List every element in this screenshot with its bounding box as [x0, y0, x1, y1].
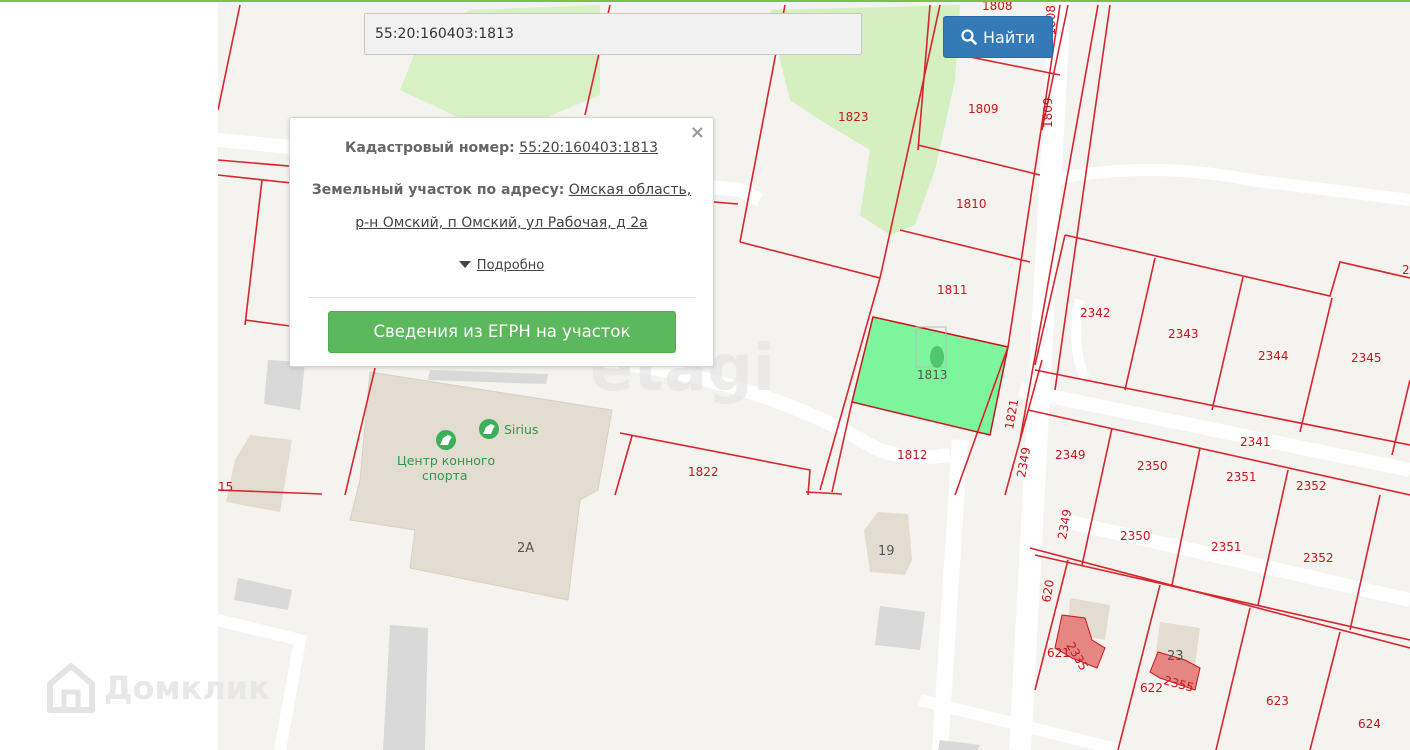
plot-label: 2350: [1120, 529, 1151, 543]
plot-label: 2352: [1296, 479, 1327, 493]
plot-label: 1812: [897, 448, 928, 462]
address-link-line1[interactable]: Омская область,: [569, 182, 691, 198]
domclick-watermark: Домклик: [46, 662, 270, 714]
plot-label: 1823: [838, 110, 869, 124]
cadastral-number-link[interactable]: 55:20:160403:1813: [519, 140, 658, 156]
plot-label: 15: [218, 480, 233, 494]
poi-label: спорта: [422, 468, 468, 483]
address-row: Земельный участок по адресу: Омская обла…: [290, 182, 713, 198]
building: [264, 360, 305, 410]
left-blank-pane: [0, 2, 218, 750]
plot-label: 2: [1402, 263, 1410, 277]
cadastral-row: Кадастровый номер: 55:20:160403:1813: [290, 140, 713, 156]
caret-down-icon: [458, 261, 471, 268]
details-link[interactable]: Подробно: [477, 258, 544, 273]
plot-label: 624: [1358, 717, 1381, 731]
plot-label: 2350: [1137, 459, 1168, 473]
plot-label: 1808: [982, 2, 1013, 13]
building: [875, 606, 925, 650]
poi-label: Центр конного: [397, 453, 495, 468]
building-number: 23: [1167, 649, 1184, 664]
plot-label: 1822: [688, 465, 719, 479]
search-input[interactable]: [364, 13, 862, 55]
egrn-info-button[interactable]: Сведения из ЕГРН на участок: [328, 311, 676, 353]
plot-label: 1809: [968, 102, 999, 116]
search-button-label: Найти: [983, 27, 1035, 47]
plot-label: 2341: [1240, 435, 1271, 449]
popup-divider: [308, 297, 695, 298]
plot-label: 2349: [1055, 448, 1086, 462]
plot-label: 2351: [1211, 540, 1242, 554]
plot-label: 1811: [937, 283, 968, 297]
search-button[interactable]: Найти: [943, 16, 1053, 58]
home-logo-icon: [47, 663, 95, 713]
plot-label: 1813: [917, 368, 948, 382]
plot-info-popup: × Кадастровый номер: 55:20:160403:1813 З…: [289, 117, 714, 367]
horse-icon: [436, 430, 456, 450]
plot-label: 1810: [956, 197, 987, 211]
details-row[interactable]: Подробно: [290, 258, 713, 273]
address-link-line2[interactable]: р-н Омский, п Омский, ул Рабочая, д 2а: [355, 215, 648, 231]
cadastral-label: Кадастровый номер:: [344, 140, 515, 156]
horse-icon: [479, 419, 499, 439]
domclick-text: Домклик: [104, 669, 270, 707]
building: [383, 625, 428, 750]
plot-label: 2351: [1226, 470, 1257, 484]
address-label: Земельный участок по адресу:: [311, 182, 565, 198]
plot-label: 623: [1266, 694, 1289, 708]
building-number: 19: [878, 544, 895, 559]
address-row-2: р-н Омский, п Омский, ул Рабочая, д 2а: [290, 215, 713, 231]
cadastral-map[interactable]: 1808 1808 1809 1809 1823 1810 1811 1813 …: [218, 2, 1410, 750]
plot-label: 2344: [1258, 349, 1289, 363]
plot-label: 2352: [1303, 551, 1334, 565]
plot-label: 2342: [1080, 306, 1111, 320]
plot-label: 2345: [1351, 351, 1382, 365]
poi-sirius: Sirius: [504, 422, 538, 437]
plot-label: 1809: [1041, 97, 1055, 128]
plot-label: 2343: [1168, 327, 1199, 341]
search-icon: [961, 29, 977, 45]
plot-label: 622: [1140, 681, 1163, 695]
building-number: 2А: [517, 541, 534, 556]
